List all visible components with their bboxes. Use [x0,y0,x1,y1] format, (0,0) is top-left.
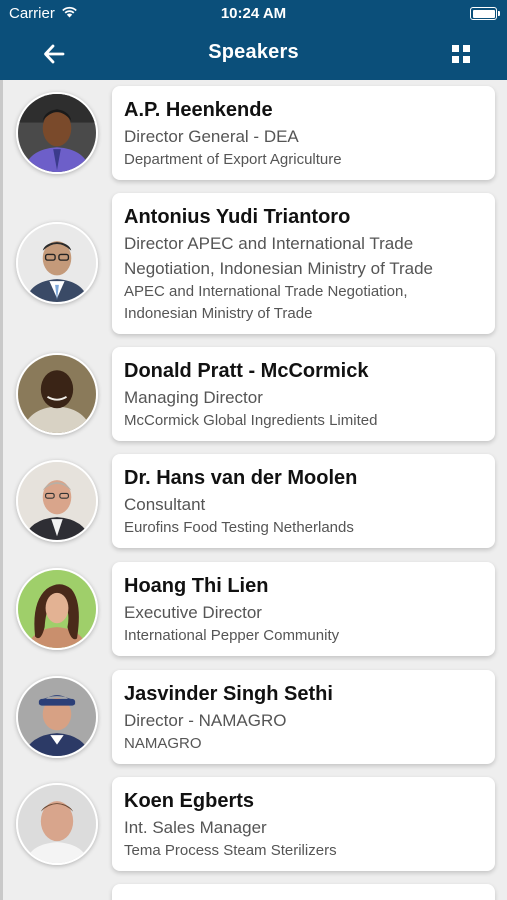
speaker-org: McCormick Global Ingredients Limited [124,412,378,429]
list-edge [0,80,3,900]
speaker-org: APEC and International Trade Negotiation… [124,283,408,322]
speaker-org: Tema Process Steam Sterilizers [124,842,337,859]
speaker-title: Consultant [124,495,206,514]
avatar [16,353,98,435]
status-bar: Carrier 10:24 AM [0,0,507,28]
avatar [16,783,98,865]
speaker-title: Executive Director [124,603,262,622]
speaker-list[interactable]: A.P. Heenkende Director General - DEA De… [0,80,507,900]
avatar [16,460,98,542]
speaker-name: A.P. Heenkende [124,99,273,121]
speaker-title: Director - NAMAGRO [124,711,287,730]
speaker-title: Director General - DEA [124,127,299,146]
speaker-card[interactable]: Jasvinder Singh Sethi Director - NAMAGRO… [112,670,495,764]
speaker-name: Jasvinder Singh Sethi [124,683,333,705]
avatar [16,92,98,174]
speaker-name: Koen Egberts [124,790,255,812]
speaker-name: Antonius Yudi Triantoro [124,206,351,228]
grid-view-button[interactable] [445,38,477,70]
speaker-name: Hoang Thi Lien [124,575,269,597]
avatar [16,676,98,758]
speaker-title: Managing Director [124,388,263,407]
speaker-card[interactable]: Hoang Thi Lien Executive Director Intern… [112,562,495,656]
speaker-org: NAMAGRO [124,735,202,752]
grid-icon [452,45,470,63]
speaker-card[interactable] [112,884,495,900]
nav-bar: Speakers [0,28,507,80]
speaker-title: Int. Sales Manager [124,818,267,837]
speaker-card[interactable]: Antonius Yudi Triantoro Director APEC an… [112,193,495,334]
speaker-card[interactable]: Dr. Hans van der Moolen Consultant Eurof… [112,454,495,548]
speaker-name: Dr. Hans van der Moolen [124,467,358,489]
avatar [16,568,98,650]
speaker-org: Eurofins Food Testing Netherlands [124,519,354,536]
avatar [16,222,98,304]
battery-icon [470,7,500,20]
speaker-name: Donald Pratt - McCormick [124,360,369,382]
header: Carrier 10:24 AM Speakers [0,0,507,80]
speaker-card[interactable]: Donald Pratt - McCormick Managing Direct… [112,347,495,441]
speaker-card[interactable]: A.P. Heenkende Director General - DEA De… [112,86,495,180]
speaker-org: International Pepper Community [124,627,340,644]
page-title: Speakers [208,41,299,63]
speaker-org: Department of Export Agriculture [124,151,342,168]
speaker-title: Director APEC and International Trade Ne… [124,234,434,278]
speaker-card[interactable]: Koen Egberts Int. Sales Manager Tema Pro… [112,777,495,871]
status-time: 10:24 AM [220,5,287,22]
